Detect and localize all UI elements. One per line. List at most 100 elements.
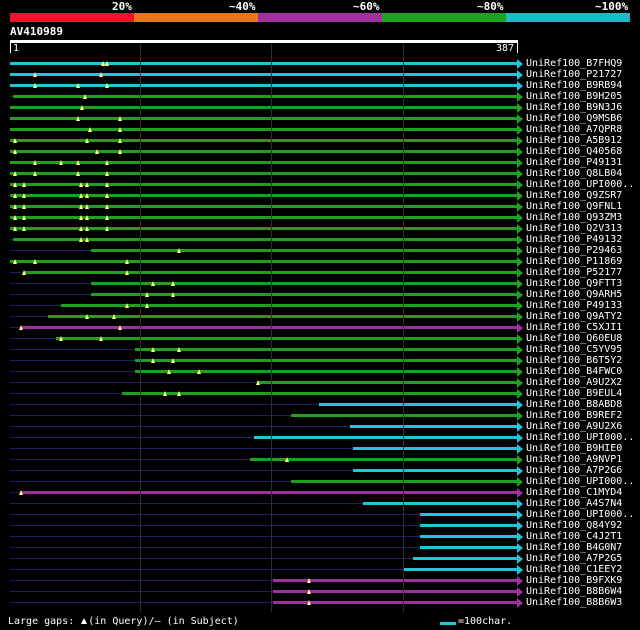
hit-row[interactable]: UniRef100_P21727 [0, 69, 640, 80]
hit-row[interactable]: UniRef100_Q9ZSR7 [0, 190, 640, 201]
hit-row[interactable]: UniRef100_Q9ARH5 [0, 289, 640, 300]
hit-label[interactable]: UniRef100_Q9MSB6 [526, 113, 622, 124]
hit-row[interactable]: UniRef100_P49131 [0, 157, 640, 168]
hit-label[interactable]: UniRef100_B4G0N7 [526, 542, 622, 553]
hit-row[interactable]: UniRef100_A9U2X2 [0, 377, 640, 388]
hit-label[interactable]: UniRef100_Q9FNL1 [526, 201, 622, 212]
hit-label[interactable]: UniRef100_B9HIE0 [526, 443, 622, 454]
hit-row[interactable]: UniRef100_C1EEY2 [0, 564, 640, 575]
hit-row[interactable]: UniRef100_UPI000.. [0, 432, 640, 443]
hit-row[interactable]: UniRef100_B6T5Y2 [0, 355, 640, 366]
hit-row[interactable]: UniRef100_B9REF2 [0, 410, 640, 421]
hit-row[interactable]: UniRef100_Q60EU8 [0, 333, 640, 344]
hit-row[interactable]: UniRef100_P52177 [0, 267, 640, 278]
hit-label[interactable]: UniRef100_B9H205 [526, 91, 622, 102]
hit-label[interactable]: UniRef100_UPI000.. [526, 179, 634, 190]
hit-row[interactable]: UniRef100_UPI000.. [0, 509, 640, 520]
hit-row[interactable]: UniRef100_Q9ATY2 [0, 311, 640, 322]
hit-row[interactable]: UniRef100_P49132 [0, 234, 640, 245]
hit-label[interactable]: UniRef100_A5B912 [526, 135, 622, 146]
hit-row[interactable]: UniRef100_A7P2G6 [0, 465, 640, 476]
hit-label[interactable]: UniRef100_C4J2T1 [526, 531, 622, 542]
hit-row[interactable]: UniRef100_C1MYD4 [0, 487, 640, 498]
hit-label[interactable]: UniRef100_Q40568 [526, 146, 622, 157]
hit-row[interactable]: UniRef100_B9H205 [0, 91, 640, 102]
hit-label[interactable]: UniRef100_B9N3J6 [526, 102, 622, 113]
hit-row[interactable]: UniRef100_B8B6W4 [0, 586, 640, 597]
hit-label[interactable]: UniRef100_A7QPR8 [526, 124, 622, 135]
hit-label[interactable]: UniRef100_B8B6W3 [526, 597, 622, 608]
hit-label[interactable]: UniRef100_B7FHQ9 [526, 58, 622, 69]
hit-label[interactable]: UniRef100_Q8LB04 [526, 168, 622, 179]
hit-row[interactable]: UniRef100_P11869 [0, 256, 640, 267]
hit-row[interactable]: UniRef100_B9RB94 [0, 80, 640, 91]
hit-label[interactable]: UniRef100_Q9ATY2 [526, 311, 622, 322]
hit-label[interactable]: UniRef100_Q84Y92 [526, 520, 622, 531]
hit-row[interactable]: UniRef100_Q93ZM3 [0, 212, 640, 223]
hit-label[interactable]: UniRef100_UPI000.. [526, 432, 634, 443]
hit-row[interactable]: UniRef100_B8ABD8 [0, 399, 640, 410]
hit-label[interactable]: UniRef100_A9U2X2 [526, 377, 622, 388]
hit-label[interactable]: UniRef100_B4FWC0 [526, 366, 622, 377]
hit-label[interactable]: UniRef100_B8ABD8 [526, 399, 622, 410]
hit-label[interactable]: UniRef100_A7P2G6 [526, 465, 622, 476]
hit-row[interactable]: UniRef100_B4G0N7 [0, 542, 640, 553]
hit-row[interactable]: UniRef100_UPI000.. [0, 179, 640, 190]
hit-label[interactable]: UniRef100_A7P2G5 [526, 553, 622, 564]
hit-label[interactable]: UniRef100_P49132 [526, 234, 622, 245]
hit-row[interactable]: UniRef100_UPI000.. [0, 476, 640, 487]
hit-label[interactable]: UniRef100_B9FXK9 [526, 575, 622, 586]
hit-label[interactable]: UniRef100_Q2V313 [526, 223, 622, 234]
hit-label[interactable]: UniRef100_P49131 [526, 157, 622, 168]
hit-label[interactable]: UniRef100_C5YV95 [526, 344, 622, 355]
hit-label[interactable]: UniRef100_B6T5Y2 [526, 355, 622, 366]
hit-label[interactable]: UniRef100_P52177 [526, 267, 622, 278]
hit-label[interactable]: UniRef100_A9NVP1 [526, 454, 622, 465]
hit-row[interactable]: UniRef100_Q84Y92 [0, 520, 640, 531]
hit-row[interactable]: UniRef100_Q9FNL1 [0, 201, 640, 212]
hit-label[interactable]: UniRef100_A4S7N4 [526, 498, 622, 509]
hit-row[interactable]: UniRef100_Q9FTT3 [0, 278, 640, 289]
hit-label[interactable]: UniRef100_P29463 [526, 245, 622, 256]
hit-row[interactable]: UniRef100_P29463 [0, 245, 640, 256]
hit-label[interactable]: UniRef100_Q93ZM3 [526, 212, 622, 223]
hit-label[interactable]: UniRef100_P11869 [526, 256, 622, 267]
hit-row[interactable]: UniRef100_C4J2T1 [0, 531, 640, 542]
hit-row[interactable]: UniRef100_B9N3J6 [0, 102, 640, 113]
hit-label[interactable]: UniRef100_C5XJI1 [526, 322, 622, 333]
hit-row[interactable]: UniRef100_A5B912 [0, 135, 640, 146]
hit-label[interactable]: UniRef100_B8B6W4 [526, 586, 622, 597]
hit-row[interactable]: UniRef100_B9HIE0 [0, 443, 640, 454]
hit-row[interactable]: UniRef100_Q2V313 [0, 223, 640, 234]
hit-label[interactable]: UniRef100_P49133 [526, 300, 622, 311]
hit-row[interactable]: UniRef100_Q40568 [0, 146, 640, 157]
hit-label[interactable]: UniRef100_B9REF2 [526, 410, 622, 421]
hit-row[interactable]: UniRef100_B9FXK9 [0, 575, 640, 586]
hit-label[interactable]: UniRef100_B9EUL4 [526, 388, 622, 399]
hit-row[interactable]: UniRef100_Q9MSB6 [0, 113, 640, 124]
hit-label[interactable]: UniRef100_B9RB94 [526, 80, 622, 91]
hit-row[interactable]: UniRef100_A9NVP1 [0, 454, 640, 465]
hit-label[interactable]: UniRef100_Q9ZSR7 [526, 190, 622, 201]
hit-row[interactable]: UniRef100_A9U2X6 [0, 421, 640, 432]
hit-label[interactable]: UniRef100_Q9ARH5 [526, 289, 622, 300]
hit-row[interactable]: UniRef100_B9EUL4 [0, 388, 640, 399]
hit-label[interactable]: UniRef100_Q9FTT3 [526, 278, 622, 289]
hit-row[interactable]: UniRef100_A7QPR8 [0, 124, 640, 135]
hit-label[interactable]: UniRef100_P21727 [526, 69, 622, 80]
hit-row[interactable]: UniRef100_C5XJI1 [0, 322, 640, 333]
hit-label[interactable]: UniRef100_A9U2X6 [526, 421, 622, 432]
hit-row[interactable]: UniRef100_Q8LB04 [0, 168, 640, 179]
hit-label[interactable]: UniRef100_C1EEY2 [526, 564, 622, 575]
hit-row[interactable]: UniRef100_A4S7N4 [0, 498, 640, 509]
hit-row[interactable]: UniRef100_B7FHQ9 [0, 58, 640, 69]
hit-label[interactable]: UniRef100_C1MYD4 [526, 487, 622, 498]
hit-label[interactable]: UniRef100_Q60EU8 [526, 333, 622, 344]
hit-label[interactable]: UniRef100_UPI000.. [526, 476, 634, 487]
hit-row[interactable]: UniRef100_C5YV95 [0, 344, 640, 355]
hit-row[interactable]: UniRef100_P49133 [0, 300, 640, 311]
hit-label[interactable]: UniRef100_UPI000.. [526, 509, 634, 520]
hit-row[interactable]: UniRef100_B8B6W3 [0, 597, 640, 608]
hit-row[interactable]: UniRef100_A7P2G5 [0, 553, 640, 564]
hit-row[interactable]: UniRef100_B4FWC0 [0, 366, 640, 377]
